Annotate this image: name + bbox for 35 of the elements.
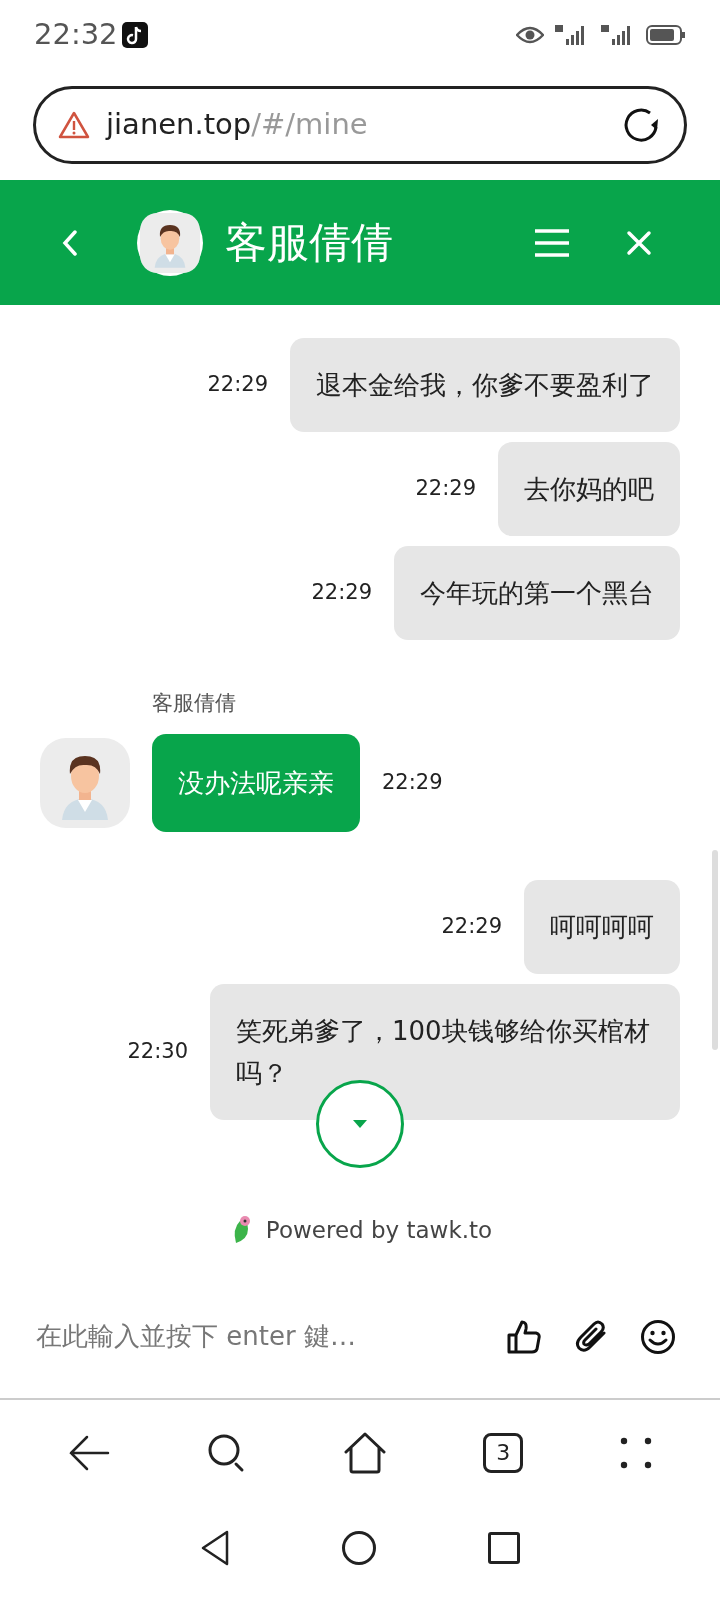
message-input[interactable]: 在此輸入並按下 enter 鍵… [36,1317,486,1356]
message-bubble: 没办法呢亲亲 [152,733,360,832]
home-button[interactable] [342,1431,387,1474]
message-time: 22:30 [127,1037,188,1065]
warning-icon [58,111,90,139]
message-time: 22:29 [415,475,476,503]
eye-icon [516,26,544,44]
message-time: 22:29 [311,579,372,607]
chat-title: 客服倩倩 [225,217,394,269]
message-time: 22:29 [441,912,502,940]
menu-button[interactable] [534,227,570,258]
message-time: 22:29 [382,768,443,796]
battery-icon [646,24,686,46]
url-text: jianen.top/#/mine [106,106,369,144]
agent-avatar [140,212,200,273]
emoji-button[interactable] [640,1318,676,1355]
message-bubble: 去你妈的吧 [498,442,680,536]
music-note-icon [121,22,148,48]
message-bubble: 今年玩的第一个黑台 [394,546,680,640]
recents-nav-button[interactable] [488,1531,520,1564]
message-bubble: 笑死弟爹了，100块钱够给你买棺材吗？ [210,983,680,1120]
powered-by-link[interactable]: Powered by tawk.to [265,1212,493,1248]
back-nav-button[interactable] [200,1529,230,1566]
agent-name: 客服倩倩 [151,690,237,717]
address-bar[interactable]: jianen.top/#/mine [33,86,687,164]
tabs-button[interactable]: 3 [483,1432,524,1473]
back-button[interactable] [68,1434,111,1471]
message-bubble: 呵呵呵呵 [524,879,680,974]
close-button[interactable] [626,229,652,256]
message-bubble: 退本金给我，你爹不要盈利了 [290,338,680,432]
status-time: 22:32 [34,16,118,54]
home-nav-button[interactable] [342,1530,376,1565]
more-button[interactable] [619,1436,652,1469]
thumbs-up-button[interactable] [506,1318,542,1355]
message-time: 22:29 [207,371,268,399]
